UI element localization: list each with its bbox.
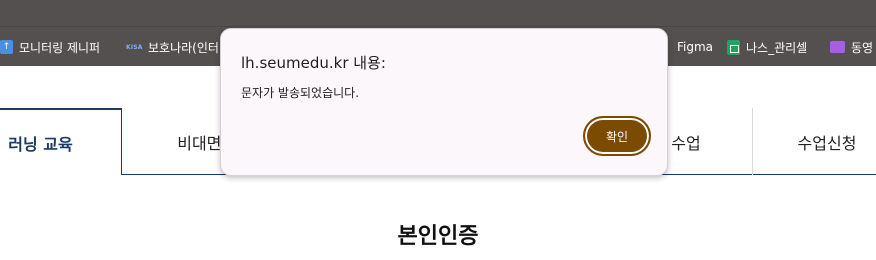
tab-learning-education[interactable]: 러닝 교육 — [0, 108, 122, 175]
browser-title-bar — [0, 0, 876, 26]
folder-icon — [830, 41, 845, 53]
alert-dialog: lh.seumedu.kr 내용: 문자가 발송되었습니다. 확인 — [220, 28, 668, 176]
bookmark-monitoring[interactable]: ↑ 모니터링 제니퍼 — [0, 27, 100, 67]
tab-label: 러닝 교육 — [8, 134, 73, 154]
bookmark-boho-nara[interactable]: KISA 보호나라(인터 — [126, 27, 219, 67]
bookmark-label: 모니터링 제니퍼 — [19, 40, 101, 55]
bookmark-figma[interactable]: Figma — [677, 27, 713, 67]
dialog-title: lh.seumedu.kr 내용: — [241, 54, 386, 72]
bookmark-label: 보호나라(인터 — [148, 40, 219, 55]
tab-label: 수업신청 — [797, 133, 857, 153]
tab-label: 수업 — [671, 133, 701, 153]
bookmark-label: 동영 — [851, 40, 874, 55]
page-title: 본인인증 — [397, 224, 479, 249]
sheets-favicon-icon — [727, 39, 740, 55]
dialog-message: 문자가 발송되었습니다. — [241, 86, 360, 100]
bookmark-favicon-icon: ↑ — [0, 40, 13, 54]
ok-button-label: 확인 — [605, 129, 629, 144]
bookmark-nas-admin[interactable]: 나스_관리셀 — [727, 27, 807, 67]
bookmark-label: Figma — [677, 40, 714, 54]
bookmark-label: 나스_관리셀 — [746, 40, 808, 55]
kisa-favicon-icon: KISA — [126, 43, 143, 51]
tab-class-application[interactable]: 수업신청 — [752, 108, 876, 175]
ok-button[interactable]: 확인 — [583, 116, 651, 156]
bookmark-folder-video[interactable]: 동영 — [830, 27, 873, 67]
